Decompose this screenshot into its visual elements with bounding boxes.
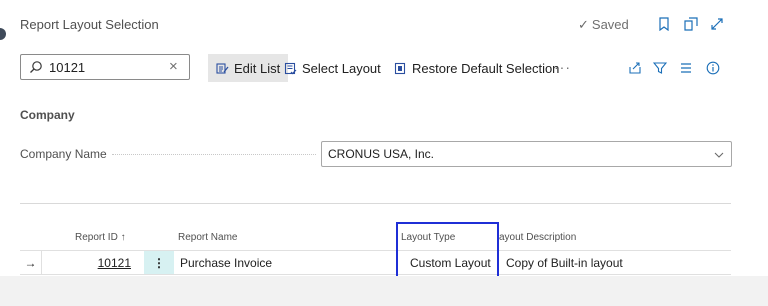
report-id-link[interactable]: 10121 (43, 251, 143, 274)
saved-status: ✓ Saved (578, 17, 629, 33)
column-header-layout-type[interactable]: Layout Type (401, 232, 455, 243)
page-footer-band (0, 276, 768, 306)
column-header-layout-description[interactable]: ayout Description (499, 232, 576, 243)
search-input[interactable] (49, 58, 169, 76)
select-layout-button[interactable]: Select Layout (276, 54, 389, 82)
table-row[interactable]: → 10121 ⋮ Purchase Invoice Custom Layout… (20, 250, 731, 275)
filter-icon[interactable] (652, 60, 668, 76)
select-layout-label: Select Layout (302, 60, 381, 76)
chevron-down-icon (714, 152, 724, 158)
company-name-label: Company Name (20, 147, 107, 161)
row-menu-button[interactable]: ⋮ (144, 251, 174, 274)
column-header-report-name[interactable]: Report Name (178, 232, 237, 243)
layout-description-cell[interactable]: Copy of Built-in layout (506, 251, 623, 274)
field-leader-dots (112, 154, 316, 155)
more-actions-button[interactable]: ··· (554, 59, 571, 75)
section-title-company: Company (20, 108, 75, 122)
company-name-select[interactable]: CRONUS USA, Inc. (321, 141, 732, 167)
row-selected-arrow-icon: → (20, 251, 42, 274)
share-icon[interactable] (627, 60, 643, 76)
restore-default-selection-button[interactable]: Restore Default Selection (386, 54, 567, 82)
section-divider (20, 203, 731, 204)
action-toolbar: × Edit List Select Layout Restore Defaul… (0, 50, 768, 88)
page-title: Report Layout Selection (20, 17, 159, 32)
edit-list-icon (216, 62, 229, 74)
edit-list-label: Edit List (234, 60, 281, 76)
clear-search-icon[interactable]: × (169, 59, 181, 74)
open-new-window-icon[interactable] (682, 15, 700, 33)
list-view-icon[interactable] (678, 60, 694, 76)
column-header-report-id[interactable]: Report ID ↑ (75, 232, 126, 243)
search-icon (30, 61, 42, 73)
expand-icon[interactable] (708, 15, 726, 33)
report-name-cell: Purchase Invoice (180, 255, 273, 270)
info-icon[interactable] (705, 60, 721, 76)
check-icon: ✓ (578, 17, 589, 32)
restore-default-label: Restore Default Selection (412, 60, 560, 76)
restore-default-icon (394, 62, 406, 74)
select-layout-icon (284, 62, 297, 74)
page-header: Report Layout Selection ✓ Saved (0, 0, 768, 50)
saved-label: Saved (591, 17, 629, 32)
search-box: × (20, 54, 190, 80)
bookmark-icon[interactable] (655, 15, 673, 33)
layout-type-cell[interactable]: Custom Layout (398, 251, 498, 274)
company-name-value: CRONUS USA, Inc. (328, 147, 435, 161)
